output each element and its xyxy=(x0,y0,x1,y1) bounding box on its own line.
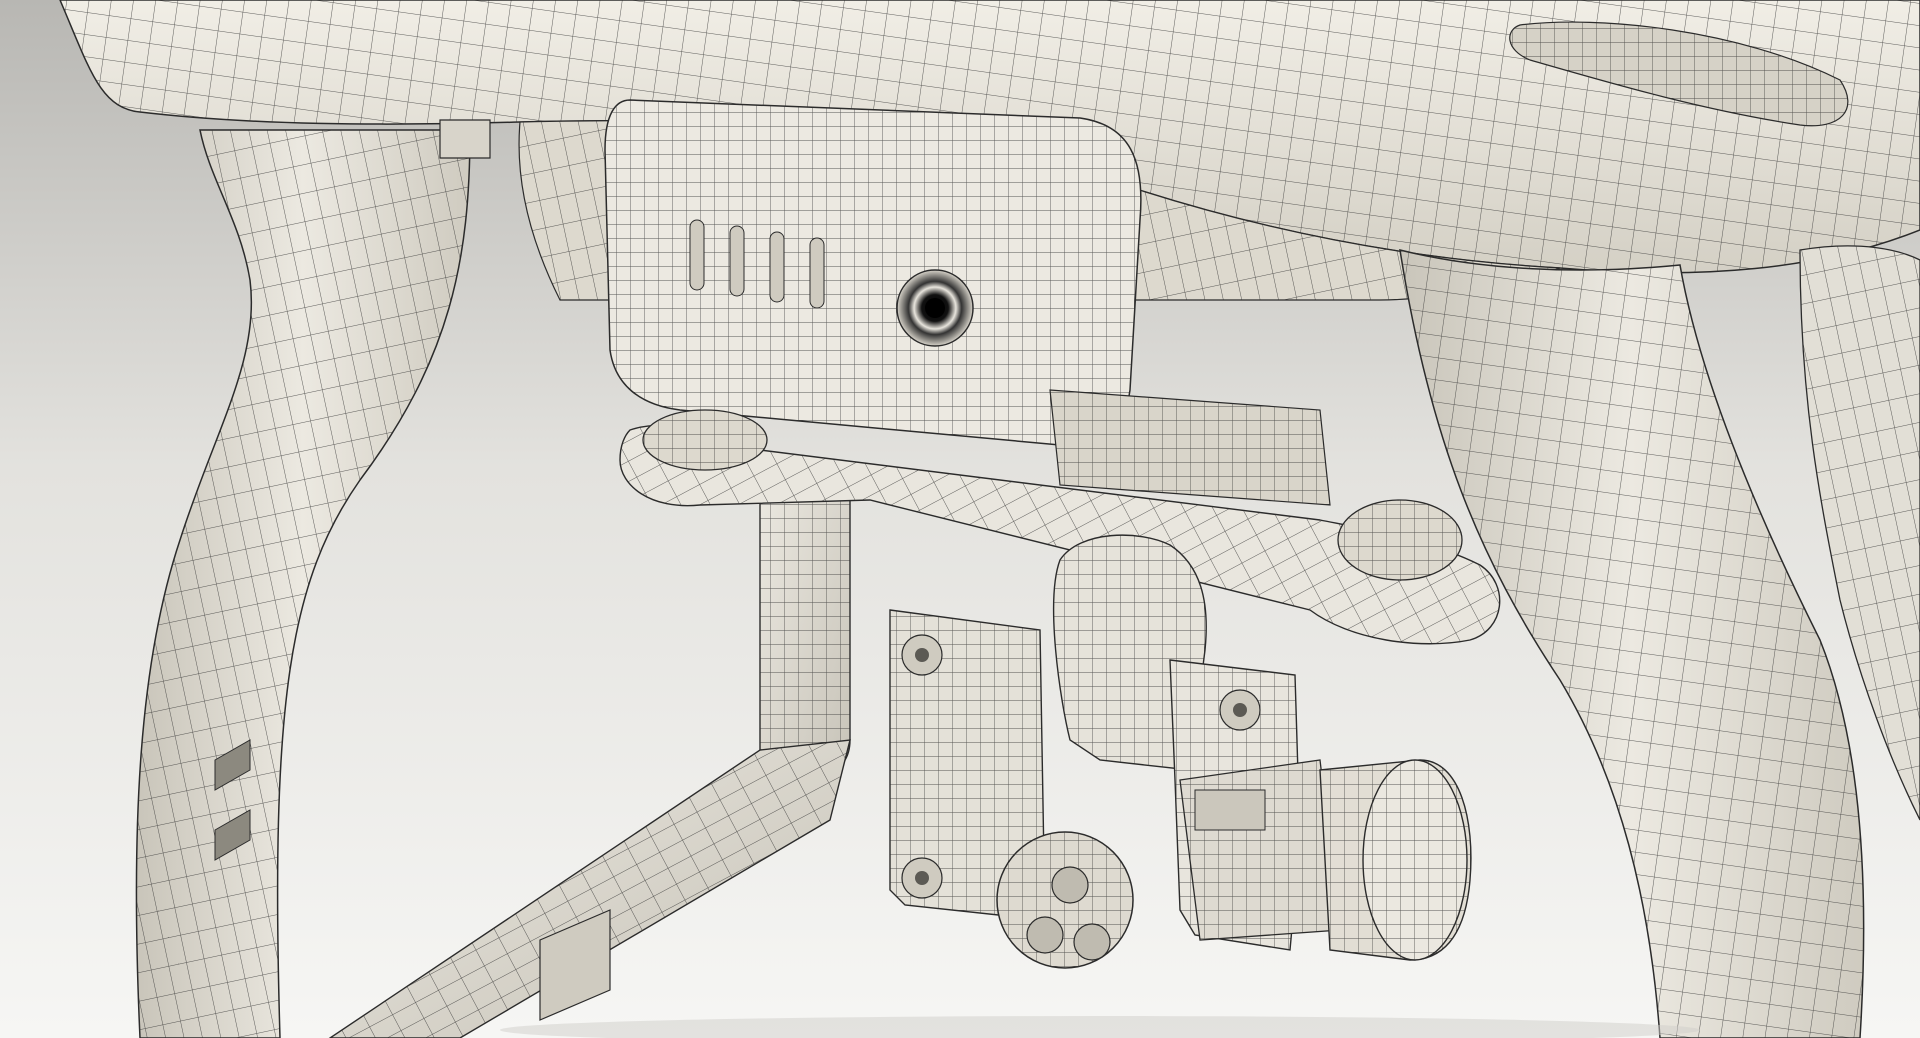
drone-wireframe-render xyxy=(0,0,1920,1038)
camera-lens xyxy=(1319,759,1472,961)
